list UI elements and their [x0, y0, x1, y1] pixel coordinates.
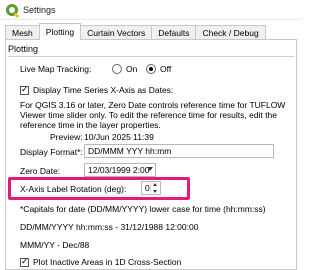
tab-check-debug[interactable]: Check / Debug [195, 25, 266, 40]
display-format-input[interactable]: DD/MMM YYY hh:mm [84, 144, 274, 158]
spin-up-icon[interactable] [153, 183, 157, 186]
chevron-down-icon[interactable] [147, 167, 153, 171]
window-title: Settings [23, 4, 56, 15]
plot-inactive-label: Plot Inactive Areas in 1D Cross-Section [33, 257, 182, 267]
tab-plotting[interactable]: Plotting [38, 23, 82, 40]
preview-value: 10/Jun 2025 11:39 [84, 132, 154, 142]
radio-off-label: Off [160, 64, 172, 74]
section-divider [8, 56, 294, 57]
radio-on[interactable]: On [112, 64, 137, 74]
radio-off-indicator[interactable] [146, 64, 156, 74]
display-dates-label: Display Time Series X-Axis as Dates: [33, 85, 174, 95]
capitals-note: *Capitals for date (DD/MM/YYYY) lower ca… [20, 204, 266, 214]
spin-buttons[interactable] [150, 182, 160, 194]
section-title: Plotting [8, 44, 39, 54]
zero-date-value: 12/03/1999 2:00 [88, 165, 150, 175]
example-datetime: DD/MM/YYYY hh:mm:ss - 31/12/1988 12:00:0… [20, 222, 199, 232]
zero-date-picker[interactable]: 12/03/1999 2:00 [84, 163, 156, 177]
plot-inactive-checkbox[interactable] [20, 256, 29, 267]
display-dates-checkbox-row[interactable]: Display Time Series X-Axis as Dates: [20, 84, 174, 95]
qgis-note: For QGIS 3.16 or later, Zero Date contro… [20, 100, 286, 130]
tab-curtain-vectors[interactable]: Curtain Vectors [80, 25, 153, 40]
plot-inactive-checkbox-row[interactable]: Plot Inactive Areas in 1D Cross-Section [20, 256, 182, 267]
spin-down-icon[interactable] [153, 190, 157, 193]
display-dates-checkbox[interactable] [20, 84, 29, 95]
tab-mesh[interactable]: Mesh [5, 25, 40, 40]
x-axis-rotation-label: X-Axis Label Rotation (deg): [20, 184, 127, 194]
preview-label: Preview: [50, 132, 83, 142]
qgis-logo-icon [6, 3, 18, 16]
example-month-year: MMM/YY - Dec/88 [20, 240, 90, 250]
tab-bar: Mesh Plotting Curtain Vectors Defaults C… [5, 23, 266, 40]
radio-on-indicator[interactable] [112, 64, 122, 74]
x-axis-rotation-spinbox[interactable]: 0 [141, 181, 161, 195]
display-format-label: Display Format*: [20, 147, 83, 157]
tab-defaults[interactable]: Defaults [151, 25, 197, 40]
radio-off[interactable]: Off [146, 64, 171, 74]
live-map-tracking-label: Live Map Tracking: [20, 64, 92, 74]
zero-date-label: Zero Date: [20, 166, 61, 176]
title-bar: Settings [0, 0, 300, 20]
radio-on-label: On [126, 64, 138, 74]
live-map-tracking-row: Live Map Tracking: [20, 64, 91, 74]
